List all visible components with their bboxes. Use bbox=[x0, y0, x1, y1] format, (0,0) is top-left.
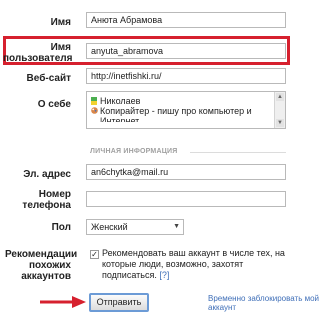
flag-icon bbox=[91, 97, 97, 105]
about-line-1: Николаев bbox=[100, 96, 141, 106]
arrow-right-icon bbox=[40, 296, 86, 308]
scroll-up-icon[interactable]: ▲ bbox=[276, 93, 284, 101]
about-line-3: Интернет bbox=[100, 116, 140, 122]
phone-label: Номер телефона bbox=[22, 189, 71, 211]
section-divider bbox=[190, 152, 286, 153]
recommendations-description: Рекомендовать ваш аккаунт в числе тех, н… bbox=[102, 248, 285, 280]
help-link[interactable]: [?] bbox=[159, 270, 169, 280]
gender-value: Женский bbox=[91, 222, 128, 232]
gender-label: Пол bbox=[51, 222, 71, 233]
scroll-down-icon[interactable]: ▼ bbox=[276, 119, 284, 127]
username-input[interactable]: anyuta_abramova bbox=[86, 43, 286, 59]
website-input[interactable]: http://inetfishki.ru/ bbox=[86, 68, 286, 84]
recommendations-label: Рекомендации похожих аккаунтов bbox=[5, 249, 78, 282]
email-input[interactable]: an6chytka@mail.ru bbox=[86, 164, 286, 180]
about-textarea[interactable]: Николаев Копирайтер - пишу про компьютер… bbox=[86, 91, 286, 129]
website-label: Веб-сайт bbox=[26, 73, 71, 84]
chevron-down-icon: ▼ bbox=[173, 223, 180, 230]
username-label: Имя пользователя bbox=[3, 42, 73, 64]
name-label: Имя bbox=[50, 17, 71, 28]
recommendations-text: Рекомендовать ваш аккаунт в числе тех, н… bbox=[102, 248, 300, 281]
palette-icon bbox=[91, 107, 98, 114]
block-account-link[interactable]: Временно заблокировать мой аккаунт bbox=[208, 294, 324, 312]
email-label: Эл. адрес bbox=[23, 169, 71, 180]
name-input[interactable]: Анюта Абрамова bbox=[86, 12, 286, 28]
about-label: О себе bbox=[37, 99, 71, 110]
about-line-2: Копирайтер - пишу про компьютер и bbox=[100, 106, 252, 116]
gender-select[interactable]: Женский ▼ bbox=[86, 219, 184, 235]
phone-input[interactable] bbox=[86, 191, 286, 207]
about-scrollbar[interactable]: ▲ ▼ bbox=[274, 92, 285, 128]
section-heading: ЛИЧНАЯ ИНФОРМАЦИЯ bbox=[90, 148, 178, 155]
submit-button[interactable]: Отправить bbox=[89, 293, 149, 312]
recommendations-checkbox[interactable]: ✓ bbox=[90, 250, 99, 259]
